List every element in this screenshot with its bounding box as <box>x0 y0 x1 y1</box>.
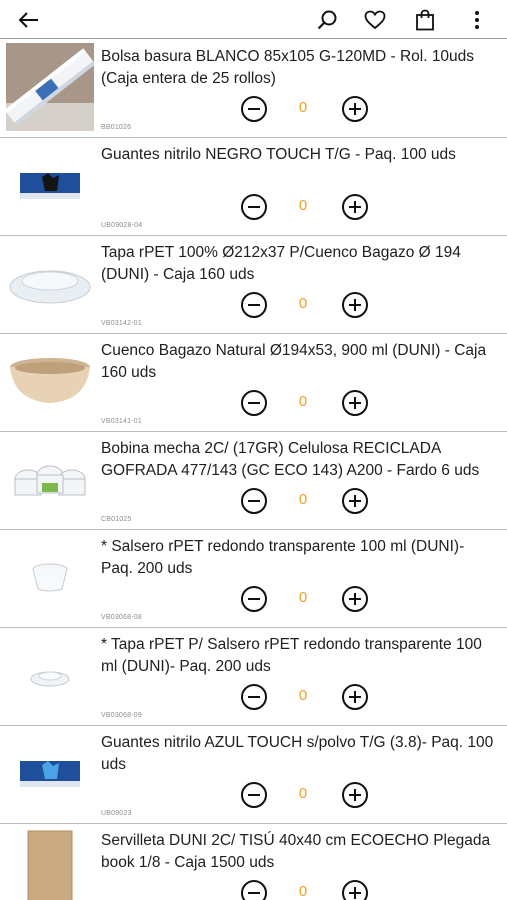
increase-quantity-button[interactable] <box>342 194 368 220</box>
decrease-quantity-button[interactable] <box>241 194 267 220</box>
product-row[interactable]: * Tapa rPET P/ Salsero rPET redondo tran… <box>0 628 507 726</box>
increase-quantity-button[interactable] <box>342 488 368 514</box>
decrease-quantity-button[interactable] <box>241 880 267 900</box>
plus-icon <box>349 789 361 801</box>
quantity-value: 0 <box>298 491 308 508</box>
quantity-value: 0 <box>298 197 308 214</box>
quantity-stepper: 0 <box>241 95 369 123</box>
decrease-quantity-button[interactable] <box>241 292 267 318</box>
plus-icon <box>349 691 361 703</box>
decrease-quantity-button[interactable] <box>241 684 267 710</box>
minus-icon <box>248 598 260 600</box>
product-title[interactable]: Tapa rPET 100% Ø212x37 P/Cuenco Bagazo Ø… <box>101 242 495 286</box>
quantity-value: 0 <box>298 883 308 900</box>
decrease-quantity-button[interactable] <box>241 488 267 514</box>
increase-quantity-button[interactable] <box>342 390 368 416</box>
quantity-stepper: 0 <box>241 291 369 319</box>
heart-icon[interactable] <box>360 5 390 35</box>
product-code: VB03068-08 <box>101 614 142 621</box>
product-image-lid[interactable] <box>6 239 94 327</box>
product-row[interactable]: Cuenco Bagazo Natural Ø194x53, 900 ml (D… <box>0 334 507 432</box>
product-title[interactable]: Bobina mecha 2C/ (17GR) Celulosa RECICLA… <box>101 438 495 482</box>
minus-icon <box>248 500 260 502</box>
decrease-quantity-button[interactable] <box>241 586 267 612</box>
product-row[interactable]: Servilleta DUNI 2C/ TISÚ 40x40 cm ECOECH… <box>0 824 507 900</box>
product-image-cup[interactable] <box>6 533 94 621</box>
product-title[interactable]: Guantes nitrilo NEGRO TOUCH T/G - Paq. 1… <box>101 144 495 166</box>
minus-icon <box>248 794 260 796</box>
product-row[interactable]: * Salsero rPET redondo transparente 100 … <box>0 530 507 628</box>
product-image-bowl[interactable] <box>6 337 94 425</box>
quantity-stepper: 0 <box>241 389 369 417</box>
product-code: UB09028-04 <box>101 222 143 229</box>
product-title[interactable]: Guantes nitrilo AZUL TOUCH s/polvo T/G (… <box>101 732 495 776</box>
product-row[interactable]: Guantes nitrilo AZUL TOUCH s/polvo T/G (… <box>0 726 507 824</box>
increase-quantity-button[interactable] <box>342 684 368 710</box>
product-title[interactable]: * Tapa rPET P/ Salsero rPET redondo tran… <box>101 634 495 678</box>
minus-icon <box>248 696 260 698</box>
back-arrow-icon[interactable] <box>14 5 44 35</box>
product-image-napkin[interactable] <box>6 827 94 900</box>
minus-icon <box>248 108 260 110</box>
search-icon[interactable] <box>312 5 342 35</box>
product-image-glovebox-blue[interactable] <box>6 729 94 817</box>
quantity-value: 0 <box>298 393 308 410</box>
minus-icon <box>248 892 260 894</box>
increase-quantity-button[interactable] <box>342 880 368 900</box>
decrease-quantity-button[interactable] <box>241 390 267 416</box>
product-code: CB01025 <box>101 516 132 523</box>
more-vertical-icon[interactable] <box>462 5 492 35</box>
decrease-quantity-button[interactable] <box>241 782 267 808</box>
quantity-value: 0 <box>298 785 308 802</box>
quantity-stepper: 0 <box>241 683 369 711</box>
quantity-stepper: 0 <box>241 193 369 221</box>
quantity-stepper: 0 <box>241 585 369 613</box>
product-list: Bolsa basura BLANCO 85x105 G-120MD - Rol… <box>0 40 507 900</box>
product-code: VB03141-01 <box>101 418 142 425</box>
product-row[interactable]: Tapa rPET 100% Ø212x37 P/Cuenco Bagazo Ø… <box>0 236 507 334</box>
increase-quantity-button[interactable] <box>342 96 368 122</box>
quantity-value: 0 <box>298 295 308 312</box>
increase-quantity-button[interactable] <box>342 782 368 808</box>
plus-icon <box>349 593 361 605</box>
product-title[interactable]: Cuenco Bagazo Natural Ø194x53, 900 ml (D… <box>101 340 495 384</box>
plus-icon <box>349 201 361 213</box>
product-row[interactable]: Guantes nitrilo NEGRO TOUCH T/G - Paq. 1… <box>0 138 507 236</box>
quantity-stepper: 0 <box>241 879 369 900</box>
product-title[interactable]: Bolsa basura BLANCO 85x105 G-120MD - Rol… <box>101 46 495 90</box>
product-code: BB01026 <box>101 124 132 131</box>
quantity-stepper: 0 <box>241 487 369 515</box>
product-image-glovebox-black[interactable] <box>6 141 94 229</box>
increase-quantity-button[interactable] <box>342 586 368 612</box>
shopping-bag-icon[interactable] <box>410 5 440 35</box>
plus-icon <box>349 397 361 409</box>
minus-icon <box>248 304 260 306</box>
quantity-stepper: 0 <box>241 781 369 809</box>
product-row[interactable]: Bobina mecha 2C/ (17GR) Celulosa RECICLA… <box>0 432 507 530</box>
top-app-bar <box>0 0 507 39</box>
product-image-rolls[interactable] <box>6 435 94 523</box>
minus-icon <box>248 402 260 404</box>
product-row[interactable]: Bolsa basura BLANCO 85x105 G-120MD - Rol… <box>0 40 507 138</box>
product-image-roll[interactable] <box>6 43 94 131</box>
product-image-small-lid[interactable] <box>6 631 94 719</box>
product-title[interactable]: Servilleta DUNI 2C/ TISÚ 40x40 cm ECOECH… <box>101 830 495 874</box>
decrease-quantity-button[interactable] <box>241 96 267 122</box>
quantity-value: 0 <box>298 687 308 704</box>
quantity-value: 0 <box>298 589 308 606</box>
plus-icon <box>349 103 361 115</box>
product-code: VB03142-01 <box>101 320 142 327</box>
product-code: UB09023 <box>101 810 132 817</box>
plus-icon <box>349 887 361 899</box>
product-code: VB03068-09 <box>101 712 142 719</box>
quantity-value: 0 <box>298 99 308 116</box>
plus-icon <box>349 495 361 507</box>
minus-icon <box>248 206 260 208</box>
plus-icon <box>349 299 361 311</box>
increase-quantity-button[interactable] <box>342 292 368 318</box>
product-title[interactable]: * Salsero rPET redondo transparente 100 … <box>101 536 495 580</box>
